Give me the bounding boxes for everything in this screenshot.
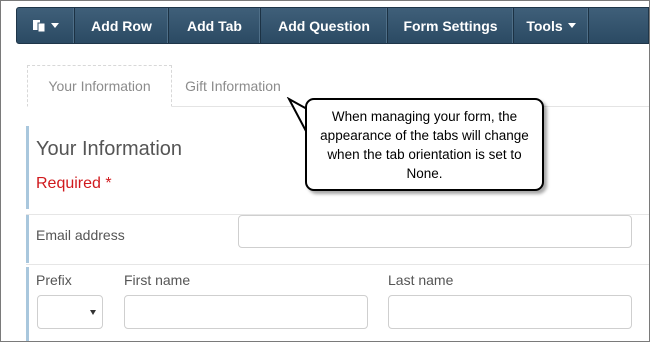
required-indicator: Required *: [36, 175, 112, 192]
chevron-down-icon: [567, 23, 576, 28]
form-toolbar: Add Row Add Tab Add Question Form Settin…: [16, 7, 649, 44]
row-accent-bar: [26, 215, 29, 263]
tab-your-information[interactable]: Your Information: [27, 65, 172, 107]
add-question-button[interactable]: Add Question: [261, 8, 388, 43]
page-layout-icon: [32, 19, 46, 33]
add-row-button[interactable]: Add Row: [75, 8, 169, 43]
form-editor-window: Add Row Add Tab Add Question Form Settin…: [0, 0, 650, 342]
first-name-label: First name: [124, 272, 191, 288]
prefix-select[interactable]: [37, 295, 103, 329]
section-title: Your Information: [36, 138, 183, 160]
divider: [26, 264, 649, 265]
page-layout-menu-button[interactable]: [17, 8, 75, 43]
email-label: Email address: [36, 227, 125, 243]
section-accent-bar: [26, 126, 29, 209]
form-settings-button[interactable]: Form Settings: [388, 8, 514, 43]
chevron-down-icon: [90, 310, 96, 315]
last-name-field[interactable]: [388, 295, 632, 329]
add-tab-button[interactable]: Add Tab: [169, 8, 261, 43]
prefix-label: Prefix: [36, 272, 72, 288]
first-name-field[interactable]: [124, 295, 368, 329]
chevron-down-icon: [51, 23, 59, 28]
tab-gift-information[interactable]: Gift Information: [173, 65, 293, 106]
last-name-label: Last name: [388, 272, 454, 288]
tooltip-callout: When managing your form, the appearance …: [305, 98, 544, 191]
tools-menu-button[interactable]: Tools: [514, 8, 589, 43]
callout-text: When managing your form, the appearance …: [320, 109, 529, 181]
row-accent-bar: [26, 267, 29, 341]
email-field[interactable]: [238, 215, 632, 248]
